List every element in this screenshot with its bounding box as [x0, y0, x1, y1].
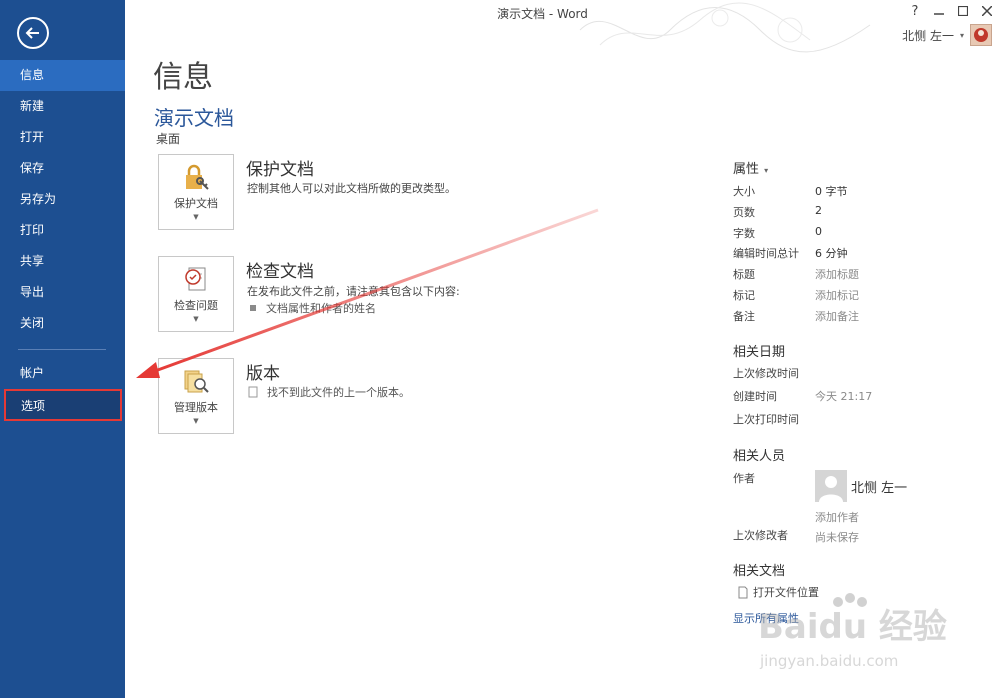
nav-close[interactable]: 关闭	[0, 308, 125, 339]
annotation-arrow	[136, 208, 599, 378]
property-key: 大小	[733, 185, 755, 198]
document-icon	[248, 386, 258, 398]
bullet-square-icon	[250, 305, 256, 311]
help-icon: ?	[911, 3, 919, 19]
add-title-field[interactable]: 添加标题	[815, 266, 859, 282]
date-key: 上次修改时间	[733, 367, 799, 380]
close-icon	[982, 6, 992, 16]
watermark-line2: jingyan.baidu.com	[759, 652, 898, 670]
property-key: 标记	[733, 289, 755, 302]
manage-versions-button[interactable]: 管理版本 ▼	[158, 358, 234, 434]
nav-save-as[interactable]: 另存为	[0, 184, 125, 215]
show-all-properties-link[interactable]: 显示所有属性	[733, 610, 799, 626]
property-value: 0 字节	[815, 185, 848, 198]
nav-divider	[18, 349, 106, 350]
property-key: 备注	[733, 310, 755, 323]
chevron-down-icon: ▼	[193, 315, 199, 323]
date-key: 上次打印时间	[733, 413, 799, 426]
add-comments-field[interactable]: 添加备注	[815, 308, 859, 324]
property-key: 编辑时间总计	[733, 247, 799, 260]
nav-print[interactable]: 打印	[0, 215, 125, 246]
document-name: 演示文档	[154, 106, 234, 130]
property-key: 字数	[733, 227, 755, 240]
open-file-location-label: 打开文件位置	[753, 586, 819, 599]
minimize-icon	[934, 13, 944, 15]
inspect-bullet: 文档属性和作者的姓名	[250, 300, 376, 316]
author-avatar	[815, 470, 847, 502]
nav-open[interactable]: 打开	[0, 122, 125, 153]
date-key: 创建时间	[733, 390, 777, 403]
property-value: 0	[815, 225, 822, 238]
backstage-sidebar: 信息 新建 打开 保存 另存为 打印 共享 导出 关闭 帐户 选项	[0, 0, 125, 698]
chevron-down-icon: ▾	[959, 30, 964, 40]
check-issues-label: 检查问题	[174, 299, 218, 312]
nav-export[interactable]: 导出	[0, 277, 125, 308]
user-account[interactable]: 北恻 左一 ▾	[902, 24, 992, 46]
date-value: 今天 21:17	[815, 390, 873, 403]
user-avatar-image	[974, 28, 988, 42]
related-dates-heading: 相关日期	[733, 345, 786, 360]
author-name: 北恻 左一	[851, 480, 908, 496]
nav-new[interactable]: 新建	[0, 91, 125, 122]
back-button[interactable]	[17, 17, 49, 49]
person-icon	[819, 476, 843, 502]
last-modified-by-label: 上次修改者	[733, 529, 788, 542]
last-modified-by-value: 尚未保存	[815, 531, 859, 544]
avatar	[970, 24, 992, 46]
document-icon	[738, 586, 748, 598]
check-issues-button[interactable]: 检查问题 ▼	[158, 256, 234, 332]
versions-line: 找不到此文件的上一个版本。	[247, 384, 410, 400]
author-card[interactable]: 北恻 左一	[815, 470, 907, 502]
open-file-location-link[interactable]: 打开文件位置	[737, 584, 819, 600]
maximize-button[interactable]	[954, 2, 972, 20]
nav-info[interactable]: 信息	[0, 60, 125, 91]
minimize-button[interactable]	[930, 2, 948, 20]
protect-document-button[interactable]: 保护文档 ▼	[158, 154, 234, 230]
chevron-down-icon[interactable]: ▾	[764, 166, 768, 175]
related-documents-heading: 相关文档	[733, 564, 786, 579]
backstage-nav: 信息 新建 打开 保存 另存为 打印 共享 导出 关闭	[0, 60, 125, 339]
inspect-document-icon	[185, 267, 206, 291]
protect-button-label: 保护文档	[174, 197, 218, 210]
property-value: 2	[815, 204, 822, 217]
nav-save[interactable]: 保存	[0, 153, 125, 184]
properties-heading[interactable]: 属性	[733, 162, 759, 177]
close-button[interactable]	[978, 2, 996, 20]
user-name: 北恻 左一	[902, 28, 954, 43]
protect-heading: 保护文档	[246, 160, 314, 180]
window-controls: ?	[906, 2, 996, 20]
versions-heading: 版本	[246, 364, 280, 384]
versions-description: 找不到此文件的上一个版本。	[267, 386, 410, 399]
back-arrow-icon	[25, 27, 39, 39]
lock-key-icon	[186, 164, 209, 190]
property-key: 页数	[733, 206, 755, 219]
maximize-icon	[958, 6, 968, 16]
manage-versions-label: 管理版本	[174, 401, 218, 414]
inspect-description: 在发布此文件之前，请注意其包含以下内容:	[247, 285, 460, 298]
nav-account[interactable]: 帐户	[0, 358, 125, 389]
document-location: 桌面	[156, 132, 181, 146]
manage-versions-icon	[184, 370, 209, 393]
chevron-down-icon: ▼	[193, 213, 199, 221]
inspect-bullet-text: 文档属性和作者的姓名	[266, 302, 376, 315]
properties-panel: 属性 ▾	[733, 158, 993, 177]
chevron-down-icon: ▼	[193, 417, 199, 425]
baidu-watermark: Baidu 经验 jingyan.baidu.com	[758, 593, 947, 670]
title-decoration	[579, 2, 871, 53]
nav-options[interactable]: 选项	[4, 389, 122, 421]
add-tags-field[interactable]: 添加标记	[815, 287, 859, 303]
author-label: 作者	[733, 472, 755, 485]
property-value: 6 分钟	[815, 247, 848, 260]
page-title: 信息	[153, 60, 213, 95]
add-author-link[interactable]: 添加作者	[815, 509, 859, 525]
property-key: 标题	[733, 268, 755, 281]
nav-share[interactable]: 共享	[0, 246, 125, 277]
help-button[interactable]: ?	[906, 2, 924, 20]
protect-description: 控制其他人可以对此文档所做的更改类型。	[247, 182, 456, 195]
inspect-heading: 检查文档	[246, 262, 314, 282]
related-people-heading: 相关人员	[733, 449, 786, 464]
